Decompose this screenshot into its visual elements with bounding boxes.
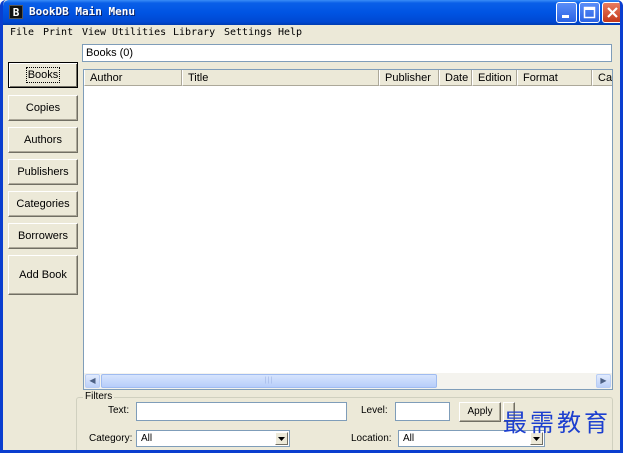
minimize-icon <box>562 15 569 18</box>
column-header-publisher[interactable]: Publisher <box>379 70 439 86</box>
category-select-value: All <box>141 433 153 444</box>
borrowers-button[interactable]: Borrowers <box>8 223 78 249</box>
chevron-down-icon[interactable] <box>275 432 288 445</box>
window-title: BookDB Main Menu <box>29 5 135 18</box>
category-filter-label: Category: <box>89 433 133 444</box>
menu-library[interactable]: Library <box>173 27 215 38</box>
menu-utilities[interactable]: Utilities <box>112 27 166 38</box>
list-header: Books (0) <box>82 44 612 62</box>
column-header-author[interactable]: Author <box>84 70 182 86</box>
watermark-logo: 最需教育 <box>503 409 611 437</box>
title-bar[interactable]: B BookDB Main Menu <box>3 0 620 25</box>
minimize-button[interactable] <box>556 2 577 23</box>
menu-help[interactable]: Help <box>278 27 302 38</box>
authors-button[interactable]: Authors <box>8 127 78 153</box>
publishers-button[interactable]: Publishers <box>8 159 78 185</box>
books-table[interactable]: Author Title Publisher Date Edition Form… <box>83 69 613 390</box>
column-header-call[interactable]: Call <box>592 70 612 86</box>
menu-view[interactable]: View <box>82 27 106 38</box>
app-icon: B <box>9 5 23 19</box>
main-window: B BookDB Main Menu File Print View Utili… <box>0 0 623 453</box>
column-header-title[interactable]: Title <box>182 70 379 86</box>
horizontal-scrollbar[interactable]: ◀ ||| ▶ <box>84 373 612 389</box>
books-button-label: Books <box>25 67 61 83</box>
location-select-value: All <box>403 433 415 444</box>
scroll-right-icon[interactable]: ▶ <box>596 374 611 388</box>
close-button[interactable] <box>602 2 620 23</box>
menu-settings[interactable]: Settings <box>224 27 272 38</box>
books-button[interactable]: Books <box>8 62 78 88</box>
location-filter-label: Location: <box>351 433 392 444</box>
apply-button[interactable]: Apply <box>459 402 501 422</box>
maximize-icon <box>583 6 596 19</box>
column-header-format[interactable]: Format <box>517 70 592 86</box>
column-header-edition[interactable]: Edition <box>472 70 517 86</box>
level-filter-label: Level: <box>361 405 388 416</box>
scroll-left-icon[interactable]: ◀ <box>85 374 100 388</box>
menu-bar: File Print View Utilities Library Settin… <box>6 25 620 42</box>
maximize-button[interactable] <box>579 2 600 23</box>
category-select[interactable]: All <box>136 430 290 447</box>
level-filter-input[interactable] <box>395 402 450 421</box>
scroll-thumb[interactable]: ||| <box>101 374 437 388</box>
menu-file[interactable]: File <box>10 27 34 38</box>
text-filter-input[interactable] <box>136 402 347 421</box>
categories-button[interactable]: Categories <box>8 191 78 217</box>
close-icon <box>607 7 618 18</box>
add-book-button[interactable]: Add Book <box>8 255 78 295</box>
copies-button[interactable]: Copies <box>8 95 78 121</box>
menu-print[interactable]: Print <box>43 27 73 38</box>
column-header-date[interactable]: Date <box>439 70 472 86</box>
text-filter-label: Text: <box>108 405 130 416</box>
filters-legend: Filters <box>83 391 115 402</box>
